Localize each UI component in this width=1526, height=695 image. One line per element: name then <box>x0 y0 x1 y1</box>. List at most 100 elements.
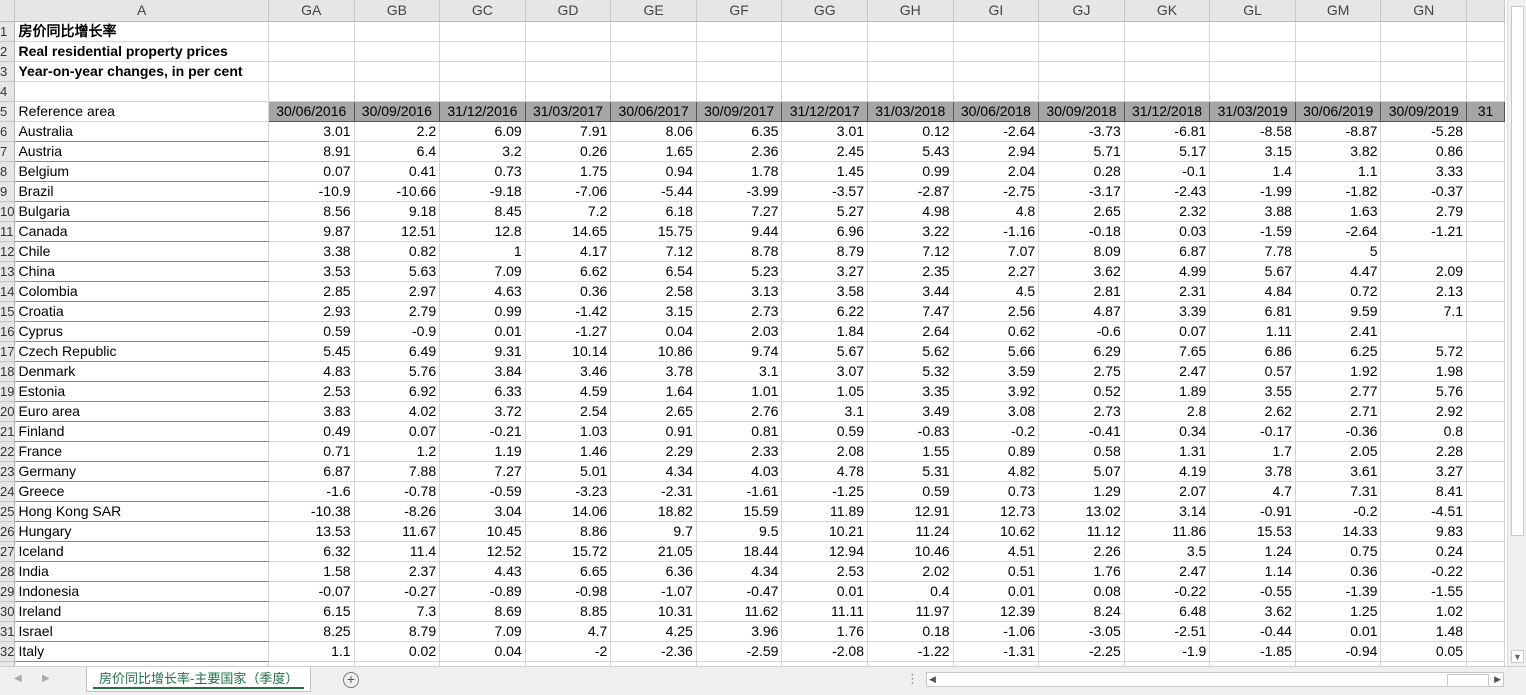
value-cell[interactable]: 0.72 <box>1295 281 1382 302</box>
value-cell[interactable]: 1.76 <box>781 621 869 642</box>
date-header-cell[interactable]: 31 <box>1466 101 1505 122</box>
value-cell[interactable]: 0.04 <box>439 641 526 662</box>
value-cell[interactable]: 15.75 <box>610 221 697 242</box>
value-cell[interactable]: 7.27 <box>696 201 783 222</box>
value-cell[interactable]: 1.45 <box>781 161 869 182</box>
value-cell[interactable]: 3.14 <box>1124 501 1211 522</box>
row-header[interactable]: 26 <box>0 521 16 542</box>
value-cell[interactable]: 2.03 <box>696 321 783 342</box>
value-cell[interactable]: 7.31 <box>1295 481 1382 502</box>
value-cell[interactable]: 2.45 <box>781 141 869 162</box>
value-cell[interactable]: 4.25 <box>610 621 697 642</box>
value-cell[interactable]: 0.51 <box>953 561 1040 582</box>
value-cell[interactable]: -1.42 <box>525 301 612 322</box>
value-cell[interactable]: 6.32 <box>268 541 355 562</box>
value-cell[interactable]: 4.43 <box>439 561 526 582</box>
value-cell[interactable]: -2.25 <box>1038 641 1125 662</box>
value-cell[interactable]: 6.18 <box>610 201 697 222</box>
empty-cell[interactable] <box>1466 161 1505 182</box>
date-header-cell[interactable]: 30/09/2018 <box>1038 101 1125 122</box>
empty-cell[interactable] <box>1466 281 1505 302</box>
value-cell[interactable]: 3.59 <box>953 361 1040 382</box>
date-header-cell[interactable]: 30/09/2019 <box>1380 101 1468 122</box>
value-cell[interactable]: 0.49 <box>268 421 355 442</box>
value-cell[interactable]: 2.85 <box>268 281 355 302</box>
value-cell[interactable]: 12.52 <box>439 541 526 562</box>
value-cell[interactable]: 10.21 <box>781 521 869 542</box>
value-cell[interactable]: -0.21 <box>439 421 526 442</box>
value-cell[interactable]: 0.75 <box>1295 541 1382 562</box>
value-cell[interactable]: 0.58 <box>1038 441 1125 462</box>
value-cell[interactable]: 9.31 <box>439 341 526 362</box>
value-cell[interactable]: 2.64 <box>867 321 954 342</box>
empty-cell[interactable] <box>1380 61 1468 82</box>
value-cell[interactable]: 1.46 <box>525 441 612 462</box>
value-cell[interactable]: 8.41 <box>1380 481 1468 502</box>
row-header[interactable]: 24 <box>0 481 16 502</box>
value-cell[interactable]: 0.01 <box>781 581 869 602</box>
column-header-GG[interactable]: GG <box>781 0 869 22</box>
value-cell[interactable]: -8.26 <box>354 501 441 522</box>
empty-cell[interactable] <box>610 81 697 102</box>
value-cell[interactable]: -2.08 <box>781 641 869 662</box>
value-cell[interactable]: 15.59 <box>696 501 783 522</box>
horizontal-scrollbar[interactable]: ◀ ▶ <box>926 672 1504 687</box>
value-cell[interactable]: 2.27 <box>953 261 1040 282</box>
date-header-cell[interactable]: 31/12/2018 <box>1123 101 1211 122</box>
value-cell[interactable]: 3.61 <box>1295 461 1382 482</box>
empty-cell[interactable] <box>1209 61 1296 82</box>
value-cell[interactable]: 3.72 <box>439 401 526 422</box>
value-cell[interactable]: 0.99 <box>439 301 526 322</box>
value-cell[interactable]: 3.35 <box>867 381 954 402</box>
value-cell[interactable]: 4.51 <box>953 541 1040 562</box>
country-name-cell[interactable]: Finland <box>14 421 269 442</box>
empty-cell[interactable] <box>1466 581 1505 602</box>
value-cell[interactable]: 2.09 <box>1380 261 1468 282</box>
plus-circle-icon[interactable]: + <box>343 672 359 688</box>
value-cell[interactable]: 4.98 <box>867 201 954 222</box>
empty-cell[interactable] <box>354 61 441 82</box>
column-header-GM[interactable]: GM <box>1295 0 1382 22</box>
value-cell[interactable]: -0.89 <box>439 581 526 602</box>
value-cell[interactable]: 2.26 <box>1038 541 1125 562</box>
value-cell[interactable]: 3.58 <box>781 281 869 302</box>
column-header-GI[interactable]: GI <box>953 0 1040 22</box>
date-header-cell[interactable]: 31/12/2016 <box>439 101 526 122</box>
value-cell[interactable]: 9.87 <box>268 221 355 242</box>
value-cell[interactable]: 6.54 <box>610 261 697 282</box>
value-cell[interactable]: 2.32 <box>1124 201 1211 222</box>
empty-cell[interactable] <box>1466 81 1505 102</box>
row-header[interactable]: 21 <box>0 421 16 442</box>
empty-cell[interactable] <box>867 21 954 42</box>
empty-cell[interactable] <box>1124 81 1211 102</box>
value-cell[interactable]: 6.25 <box>1295 341 1382 362</box>
value-cell[interactable]: 10.45 <box>439 521 526 542</box>
value-cell[interactable]: 5.17 <box>1124 141 1211 162</box>
value-cell[interactable]: 3.5 <box>1124 541 1211 562</box>
value-cell[interactable]: -1.55 <box>1380 581 1468 602</box>
row-header[interactable]: 7 <box>0 141 16 162</box>
empty-cell[interactable] <box>1466 401 1505 422</box>
value-cell[interactable]: 5.76 <box>354 361 441 382</box>
empty-cell[interactable] <box>1209 21 1296 42</box>
value-cell[interactable]: -0.2 <box>1295 501 1382 522</box>
empty-cell[interactable] <box>696 21 783 42</box>
value-cell[interactable]: 8.78 <box>696 241 783 262</box>
value-cell[interactable]: 1.31 <box>1124 441 1211 462</box>
empty-cell[interactable] <box>525 41 612 62</box>
row-header[interactable]: 22 <box>0 441 16 462</box>
value-cell[interactable]: 0.07 <box>268 161 355 182</box>
value-cell[interactable]: 6.92 <box>354 381 441 402</box>
value-cell[interactable]: 9.44 <box>696 221 783 242</box>
value-cell[interactable]: 6.49 <box>354 341 441 362</box>
empty-cell[interactable] <box>1209 41 1296 62</box>
value-cell[interactable]: 2.36 <box>696 141 783 162</box>
value-cell[interactable]: 15.72 <box>525 541 612 562</box>
value-cell[interactable]: -1.85 <box>1209 641 1296 662</box>
value-cell[interactable]: 15.53 <box>1209 521 1296 542</box>
value-cell[interactable]: -1.25 <box>781 481 869 502</box>
empty-cell[interactable] <box>268 81 355 102</box>
value-cell[interactable]: 0.05 <box>1380 641 1468 662</box>
value-cell[interactable]: 6.87 <box>1124 241 1211 262</box>
value-cell[interactable]: -1.16 <box>953 221 1040 242</box>
